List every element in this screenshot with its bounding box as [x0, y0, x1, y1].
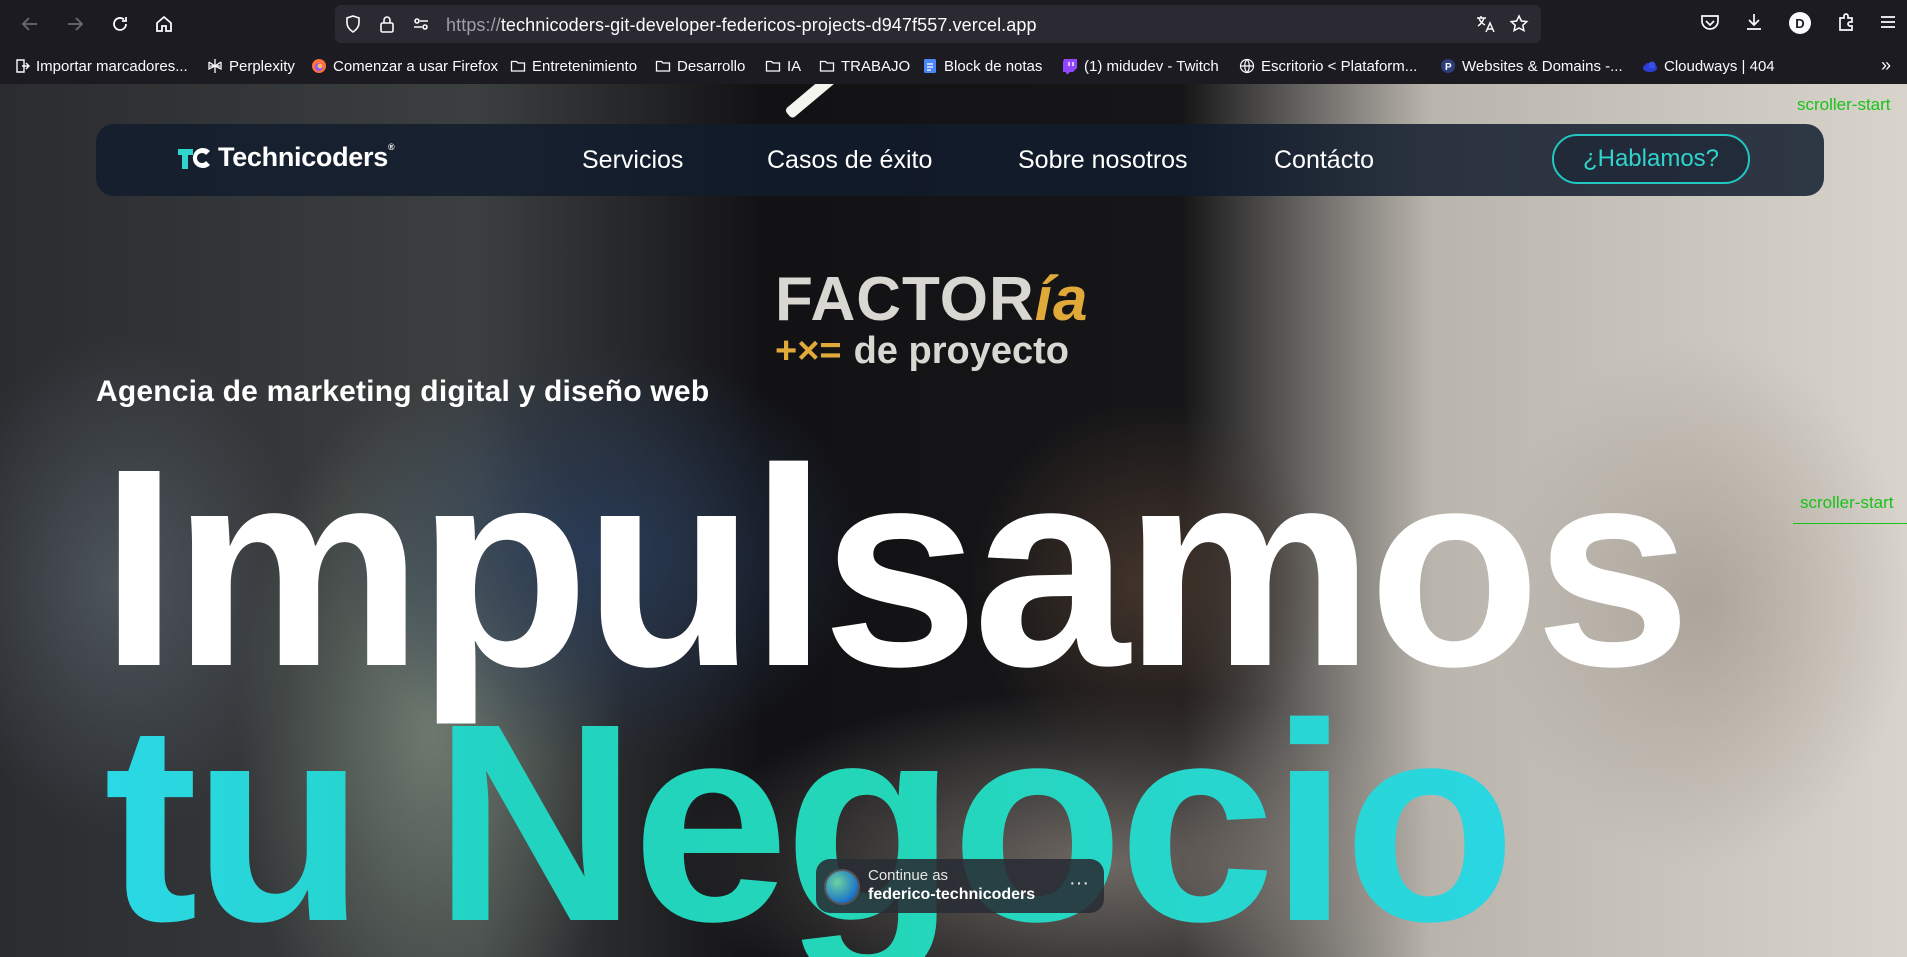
bookmark-folder-desarrollo[interactable]: Desarrollo — [655, 56, 745, 76]
downloads-icon[interactable] — [1742, 10, 1766, 34]
wall-sign-accent: ía — [1034, 265, 1089, 334]
bookmark-label: Desarrollo — [677, 57, 746, 75]
firefox-icon — [311, 58, 327, 74]
permissions-icon[interactable] — [411, 14, 431, 34]
bookmark-label: Entretenimiento — [532, 57, 638, 75]
bookmarks-bar: Importar marcadores... Perplexity Comenz… — [0, 48, 1907, 84]
reload-button[interactable] — [102, 6, 138, 42]
bookmark-cloudways[interactable]: Cloudways | 404 — [1642, 56, 1775, 76]
url-bar[interactable]: https://technicoders-git-developer-feder… — [335, 5, 1541, 43]
back-button[interactable] — [12, 6, 48, 42]
menu-icon[interactable] — [1876, 10, 1900, 34]
scroller-start-marker: scroller-start — [1797, 95, 1891, 114]
bookmark-folder-trabajo[interactable]: TRABAJO — [819, 56, 910, 76]
perplexity-icon — [207, 58, 223, 74]
bookmark-folder-ia[interactable]: IA — [765, 56, 801, 76]
logo-text: Technicoders — [218, 142, 388, 172]
home-button[interactable] — [146, 6, 182, 42]
shield-icon[interactable] — [343, 14, 363, 34]
nav-link-servicios[interactable]: Servicios — [582, 146, 683, 175]
technicoders-logo-icon — [178, 147, 210, 169]
wall-sign-word: FACTORía — [775, 264, 1088, 335]
bookmark-import[interactable]: Importar marcadores... — [14, 56, 188, 76]
translate-icon[interactable] — [1475, 14, 1495, 34]
url-text[interactable]: https://technicoders-git-developer-feder… — [446, 15, 1037, 36]
bookmark-escritorio[interactable]: Escritorio < Plataform... — [1239, 56, 1417, 76]
bookmark-label: Block de notas — [944, 57, 1043, 75]
hero-headline-line2: tu Negocio — [104, 682, 1516, 957]
technicoders-logo[interactable]: Technicoders® — [176, 142, 395, 173]
logo-wordmark: Technicoders® — [218, 142, 395, 173]
twitch-icon — [1062, 58, 1078, 74]
user-avatar — [824, 869, 860, 905]
bookmark-twitch[interactable]: (1) midudev - Twitch — [1062, 56, 1219, 76]
hablamos-button[interactable]: ¿Hablamos? — [1552, 134, 1750, 184]
bookmarks-overflow-chevron[interactable]: » — [1881, 55, 1891, 76]
wall-sign-subtitle: +×= de proyecto — [775, 330, 1069, 373]
back-arrow-icon — [21, 17, 37, 31]
bookmark-folder-entretenimiento[interactable]: Entretenimiento — [510, 56, 637, 76]
bookmark-firefox[interactable]: Comenzar a usar Firefox — [311, 56, 498, 76]
import-icon — [14, 58, 30, 74]
forward-arrow-icon — [68, 17, 84, 31]
folder-icon — [510, 58, 526, 74]
browser-toolbar: https://technicoders-git-developer-feder… — [0, 0, 1907, 48]
svg-text:P: P — [1445, 62, 1452, 73]
background-ceiling-light — [784, 84, 846, 120]
folder-icon — [655, 58, 671, 74]
bookmark-label: (1) midudev - Twitch — [1084, 57, 1219, 75]
scroller-start-line — [1793, 523, 1907, 524]
bookmark-websites-domains[interactable]: P Websites & Domains -... — [1440, 56, 1623, 76]
continue-as-prompt[interactable]: Continue as federico-technicoders ··· — [816, 859, 1104, 913]
nav-link-casos-de-exito[interactable]: Casos de éxito — [767, 146, 932, 175]
background-wall-sign: FACTORía +×= de proyecto — [775, 264, 1088, 372]
reload-icon — [113, 17, 127, 31]
wall-sign-factor: FACTOR — [775, 265, 1035, 334]
extensions-icon[interactable] — [1834, 10, 1858, 34]
wall-sign-subtitle-text: de proyecto — [853, 330, 1069, 372]
page-viewport: FACTORía +×= de proyecto scroller-start s… — [0, 84, 1907, 957]
url-protocol: https:// — [446, 15, 501, 35]
plesk-icon: P — [1440, 58, 1456, 74]
nav-link-contacto[interactable]: Contácto — [1274, 146, 1374, 175]
scroller-start-marker: scroller-start — [1800, 493, 1894, 512]
docs-icon — [922, 58, 938, 74]
bookmark-label: Importar marcadores... — [36, 57, 188, 75]
wall-sign-symbols: +×= — [775, 330, 842, 372]
globe-icon — [1239, 58, 1255, 74]
hero-tagline: Agencia de marketing digital y diseño we… — [96, 375, 710, 408]
bookmark-label: Websites & Domains -... — [1462, 57, 1623, 75]
folder-icon — [765, 58, 781, 74]
site-navbar: Technicoders® Servicios Casos de éxito S… — [96, 124, 1824, 196]
nav-link-sobre-nosotros[interactable]: Sobre nosotros — [1018, 146, 1188, 175]
folder-icon — [819, 58, 835, 74]
bookmark-perplexity[interactable]: Perplexity — [207, 56, 295, 76]
account-avatar[interactable]: D — [1789, 12, 1811, 34]
lock-icon[interactable] — [377, 14, 397, 34]
bookmark-label: Comenzar a usar Firefox — [333, 57, 499, 75]
bookmark-star-icon[interactable] — [1509, 14, 1529, 34]
bookmark-label: Cloudways | 404 — [1664, 57, 1775, 75]
bookmark-label: IA — [787, 57, 802, 75]
cloudways-icon — [1642, 58, 1658, 74]
continue-as-username: federico-technicoders — [868, 886, 1036, 903]
url-host: technicoders-git-developer-federicos-pro… — [500, 15, 1037, 35]
continue-as-label: Continue as — [868, 867, 949, 884]
bookmark-block-de-notas[interactable]: Block de notas — [922, 56, 1042, 76]
logo-registered-mark: ® — [387, 142, 395, 152]
bookmark-label: TRABAJO — [841, 57, 911, 75]
home-icon — [156, 15, 172, 32]
more-options-icon[interactable]: ··· — [1064, 871, 1094, 901]
forward-button[interactable] — [57, 6, 93, 42]
bookmark-label: Perplexity — [229, 57, 295, 75]
bookmark-label: Escritorio < Plataform... — [1261, 57, 1418, 75]
pocket-icon[interactable] — [1698, 10, 1722, 34]
